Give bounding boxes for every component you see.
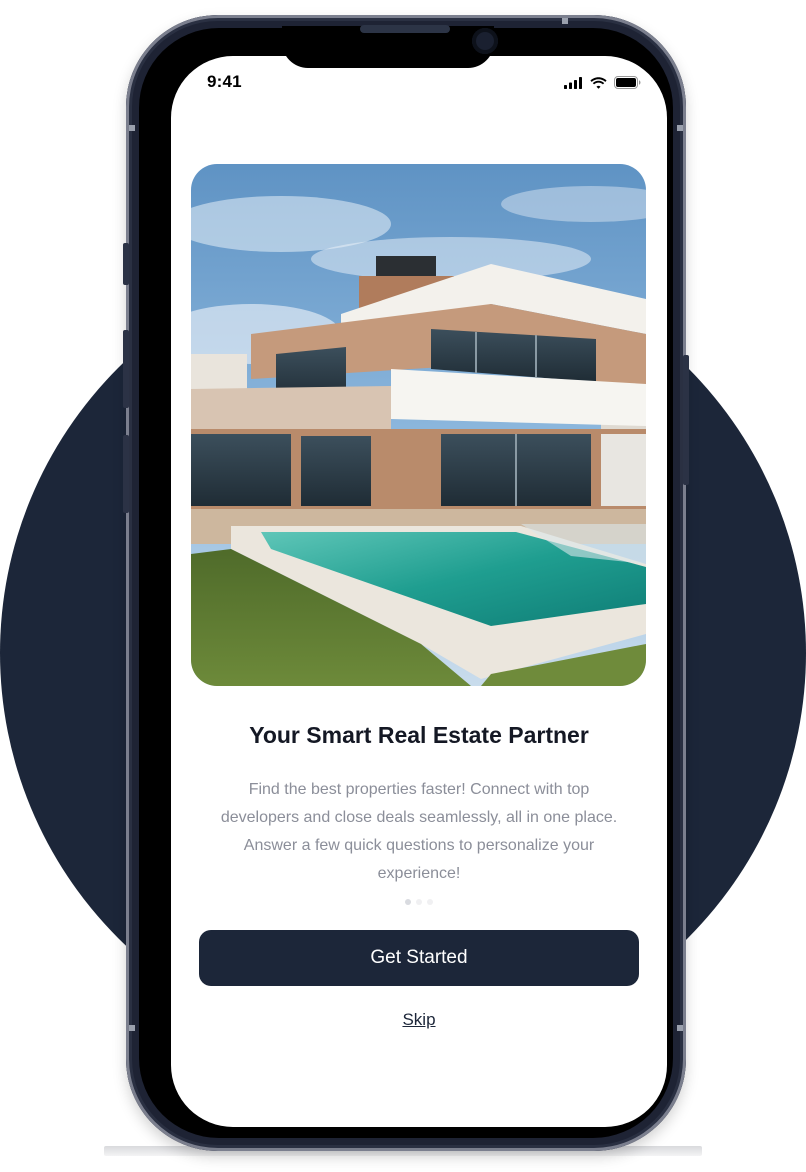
antenna-band: [677, 125, 683, 131]
pagination-dots: [171, 899, 667, 905]
earpiece-speaker: [360, 25, 450, 33]
cellular-signal-icon: [564, 76, 582, 89]
pagination-dot-3[interactable]: [427, 899, 433, 905]
phone-screen: 9:41 Your Smart Real Estate Partner Find…: [171, 56, 667, 1127]
power-button: [683, 355, 689, 485]
status-icons: [564, 76, 641, 89]
antenna-band: [129, 125, 135, 131]
onboarding-title: Your Smart Real Estate Partner: [249, 722, 589, 748]
antenna-band: [129, 1025, 135, 1031]
front-camera-icon: [472, 28, 498, 54]
pagination-dot-2[interactable]: [416, 899, 422, 905]
antenna-band: [562, 18, 568, 24]
volume-up-button: [123, 330, 129, 408]
onboarding-description: Find the best properties faster! Connect…: [220, 781, 618, 882]
phone-frame: 9:41 Your Smart Real Estate Partner Find…: [123, 15, 689, 1151]
get-started-button[interactable]: Get Started: [199, 930, 639, 986]
mockup-stage: 9:41 Your Smart Real Estate Partner Find…: [0, 0, 806, 1172]
wifi-icon: [590, 76, 607, 89]
pagination-dot-1[interactable]: [405, 899, 411, 905]
skip-link[interactable]: Skip: [171, 1010, 667, 1030]
phone-bezel: 9:41 Your Smart Real Estate Partner Find…: [139, 26, 673, 1138]
status-time: 9:41: [207, 72, 242, 91]
silent-switch: [123, 243, 129, 285]
villa-illustration: [191, 164, 646, 686]
battery-icon: [614, 76, 641, 89]
volume-down-button: [123, 435, 129, 513]
hero-image: [191, 164, 646, 686]
antenna-band: [677, 1025, 683, 1031]
